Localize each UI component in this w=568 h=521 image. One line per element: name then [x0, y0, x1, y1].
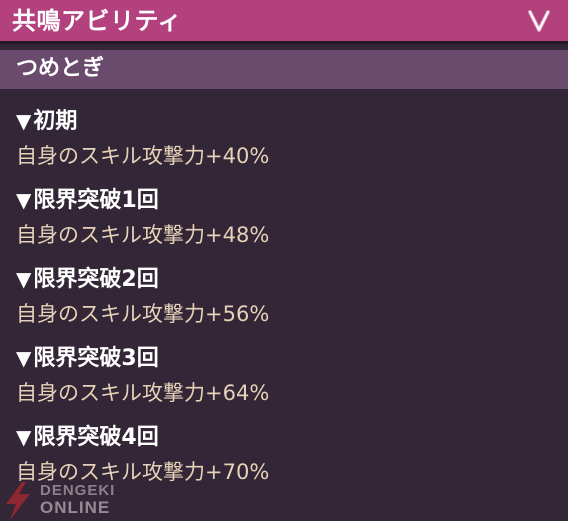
site-watermark: DENGEKI ONLINE: [0, 476, 140, 521]
watermark-line-1: DENGEKI: [40, 482, 116, 499]
triangle-down-icon: ▼: [16, 267, 32, 291]
list-item: ▼限界突破2回 自身のスキル攻撃力+56%: [16, 262, 556, 341]
triangle-down-icon: ▼: [16, 346, 32, 370]
panel-title: 共鳴アビリティ: [12, 7, 183, 35]
watermark-line-2: ONLINE: [40, 498, 111, 517]
level-effect: 自身のスキル攻撃力+48%: [16, 223, 270, 247]
lightning-bolt-icon: [6, 482, 30, 520]
list-item: ▼限界突破3回 自身のスキル攻撃力+64%: [16, 341, 556, 420]
ability-name-bar: つめとぎ: [0, 50, 568, 89]
level-heading: ▼限界突破1回: [16, 183, 556, 218]
triangle-down-icon: ▼: [16, 109, 32, 133]
level-effect: 自身のスキル攻撃力+56%: [16, 302, 270, 326]
panel-header: 共鳴アビリティ: [0, 0, 568, 44]
level-label: 限界突破1回: [33, 188, 159, 213]
resonance-ability-panel: 共鳴アビリティ つめとぎ ▼初期 自身のスキル攻撃力+40% ▼限界突破1回 自…: [0, 0, 568, 521]
chevron-down-icon: [528, 10, 550, 32]
level-effect: 自身のスキル攻撃力+40%: [16, 144, 270, 168]
level-label: 限界突破2回: [33, 267, 159, 292]
level-label: 限界突破4回: [33, 425, 159, 450]
level-heading: ▼限界突破3回: [16, 341, 556, 376]
triangle-down-icon: ▼: [16, 425, 32, 449]
ability-level-list: ▼初期 自身のスキル攻撃力+40% ▼限界突破1回 自身のスキル攻撃力+48% …: [16, 104, 556, 499]
list-item: ▼初期 自身のスキル攻撃力+40%: [16, 104, 556, 183]
level-heading: ▼初期: [16, 104, 556, 139]
triangle-down-icon: ▼: [16, 188, 32, 212]
collapse-button[interactable]: [524, 6, 554, 36]
level-label: 限界突破3回: [33, 346, 159, 371]
list-item: ▼限界突破1回 自身のスキル攻撃力+48%: [16, 183, 556, 262]
level-effect: 自身のスキル攻撃力+64%: [16, 381, 270, 405]
ability-name: つめとぎ: [16, 56, 105, 81]
level-heading: ▼限界突破4回: [16, 420, 556, 455]
level-heading: ▼限界突破2回: [16, 262, 556, 297]
level-label: 初期: [33, 109, 78, 134]
